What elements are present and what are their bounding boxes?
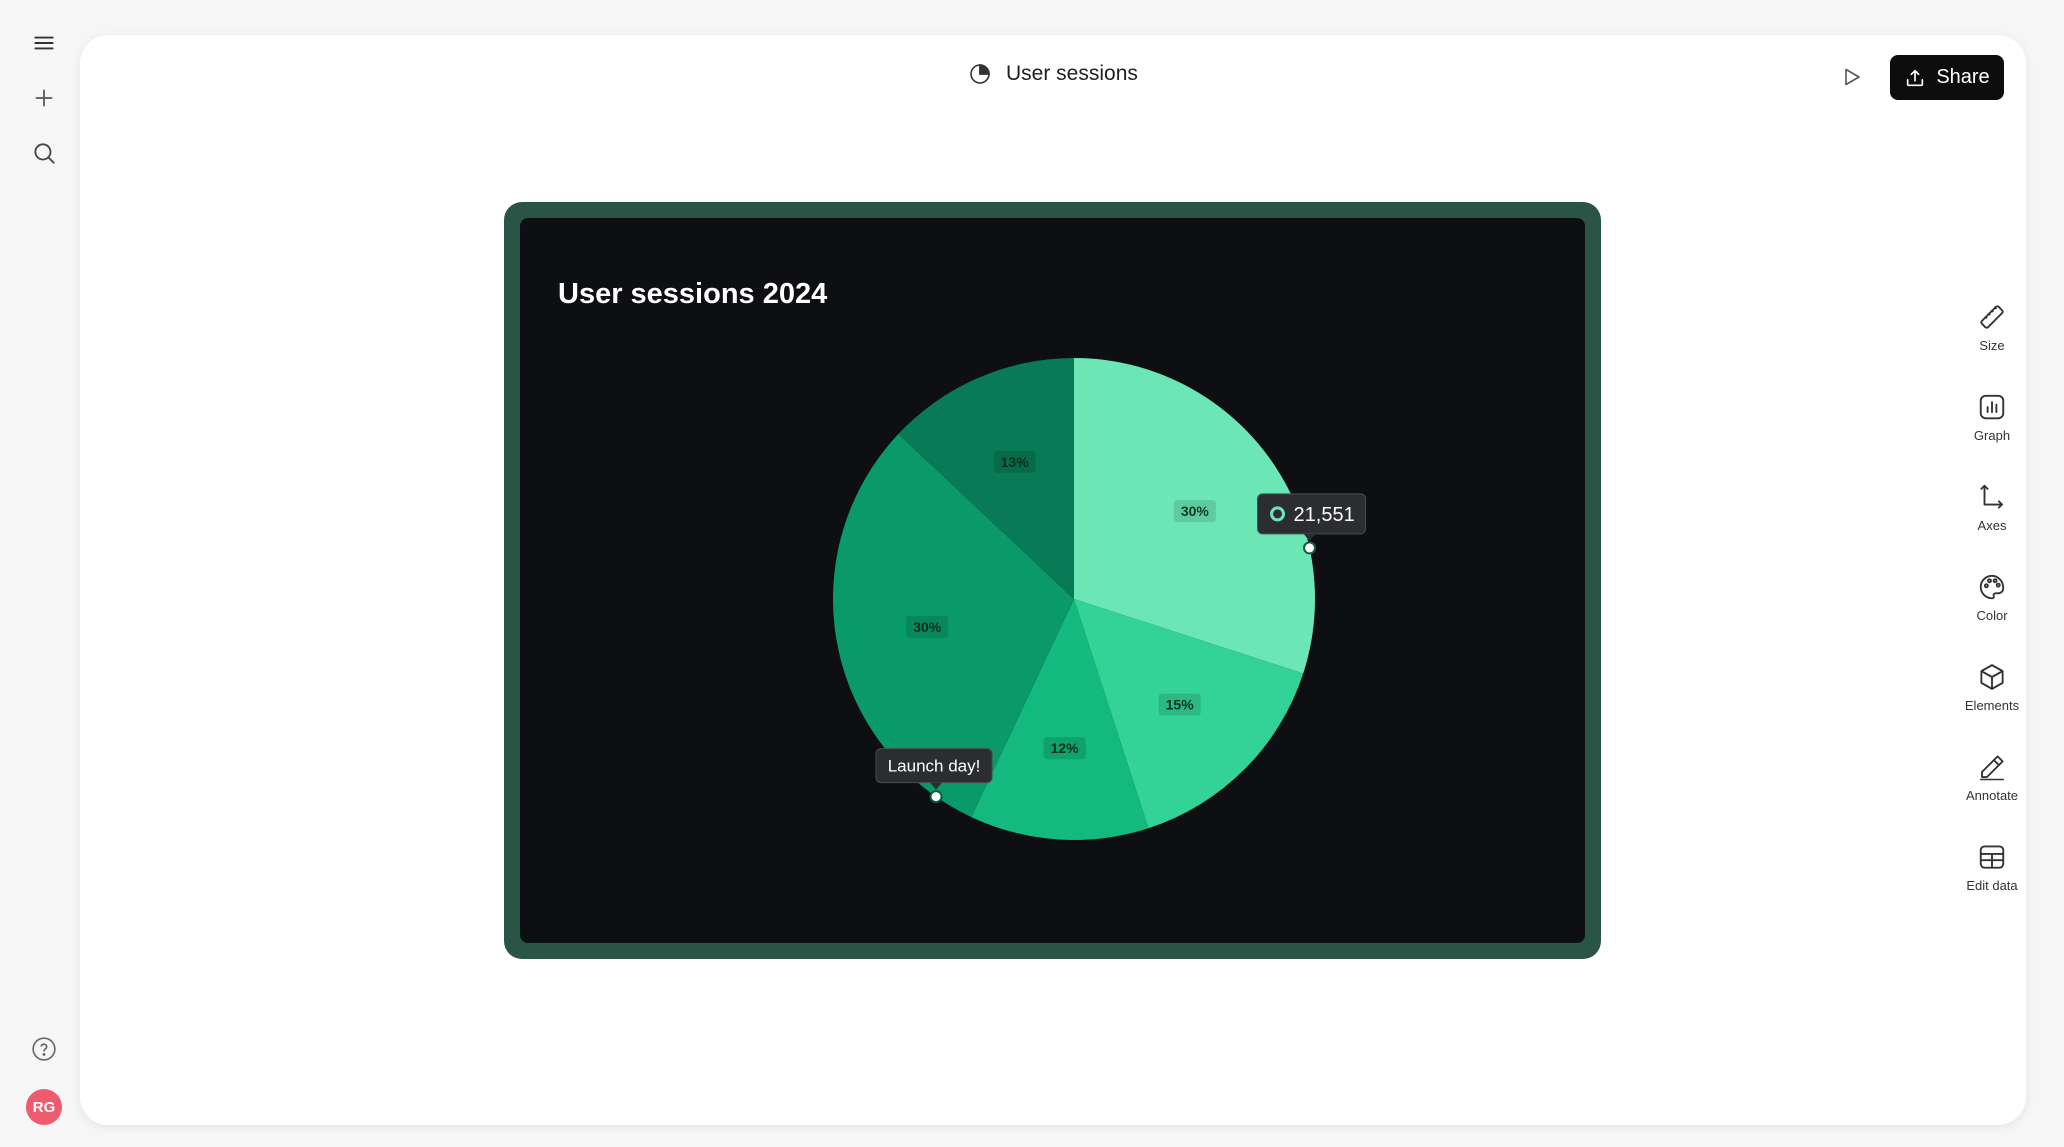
table-icon <box>1979 845 2005 869</box>
document-title-text: User sessions <box>1006 62 1138 85</box>
annotation-point[interactable] <box>929 790 943 804</box>
tool-axes-label: Axes <box>1977 518 2007 533</box>
new-button[interactable] <box>22 76 66 120</box>
svg-text:15%: 15% <box>1166 697 1195 713</box>
user-avatar[interactable]: RG <box>26 1089 62 1125</box>
tool-elements-label: Elements <box>1964 698 2020 713</box>
slice-label-0: 30% <box>1173 500 1216 523</box>
tool-color[interactable]: Color <box>1950 566 2034 656</box>
chart-frame[interactable]: User sessions 2024 30% 15% 12% 30% 13% 21,551… <box>504 202 1601 959</box>
ruler-icon <box>1980 305 2004 329</box>
svg-text:13%: 13% <box>1001 454 1030 470</box>
tool-axes[interactable]: Axes <box>1950 476 2034 566</box>
pencil-icon <box>1980 755 2004 781</box>
present-button[interactable] <box>1836 62 1866 92</box>
tooltip-point[interactable] <box>1303 541 1317 555</box>
slice-label-1: 15% <box>1158 693 1201 716</box>
palette-icon <box>1979 574 2005 600</box>
upload-icon <box>1907 69 1924 86</box>
slice-label-3: 30% <box>906 615 949 638</box>
help-button[interactable] <box>22 1027 66 1071</box>
svg-text:12%: 12% <box>1051 740 1080 756</box>
plus-icon <box>35 89 53 107</box>
svg-text:30%: 30% <box>1181 503 1210 519</box>
svg-text:21,551: 21,551 <box>1294 504 1355 526</box>
svg-text:Launch day!: Launch day! <box>888 757 981 776</box>
help-icon <box>32 1037 56 1061</box>
tool-color-label: Color <box>1976 608 2008 623</box>
cube-icon <box>1980 664 2004 690</box>
search-button[interactable] <box>22 131 66 175</box>
chart-area: User sessions 2024 30% 15% 12% 30% 13% 21,551… <box>520 218 1585 943</box>
slice-label-4: 13% <box>993 450 1036 473</box>
tool-size[interactable]: Size <box>1950 296 2034 386</box>
left-rail: RG <box>0 0 80 1147</box>
menu-button[interactable] <box>22 21 66 65</box>
svg-text:30%: 30% <box>913 619 942 635</box>
tool-graph-label: Graph <box>1973 428 2011 443</box>
pie-chart-icon <box>970 64 990 84</box>
document-title: User sessions <box>968 62 1138 86</box>
tool-edit-data[interactable]: Edit data <box>1950 836 2034 926</box>
slice-label-2: 12% <box>1043 737 1086 760</box>
value-tooltip: 21,551 <box>1257 493 1367 541</box>
tool-annotate-label: Annotate <box>1965 788 2019 803</box>
tool-edit-data-label: Edit data <box>1966 878 2018 893</box>
axes-icon <box>1980 484 2003 509</box>
pie-chart: 30% 15% 12% 30% 13% 21,551 Launch day! <box>833 358 1367 840</box>
share-button[interactable]: Share <box>1890 55 2004 100</box>
tool-annotate[interactable]: Annotate <box>1950 746 2034 836</box>
tool-size-label: Size <box>1979 338 2005 353</box>
play-icon <box>1845 68 1860 86</box>
tool-rail: Size Graph Axes Color Elements Annotate … <box>1950 296 2034 926</box>
hamburger-icon <box>34 36 54 50</box>
tool-elements[interactable]: Elements <box>1950 656 2034 746</box>
bar-chart-icon <box>1979 394 2005 420</box>
tool-graph[interactable]: Graph <box>1950 386 2034 476</box>
share-button-label: Share <box>1936 66 1990 88</box>
search-icon <box>34 143 55 164</box>
